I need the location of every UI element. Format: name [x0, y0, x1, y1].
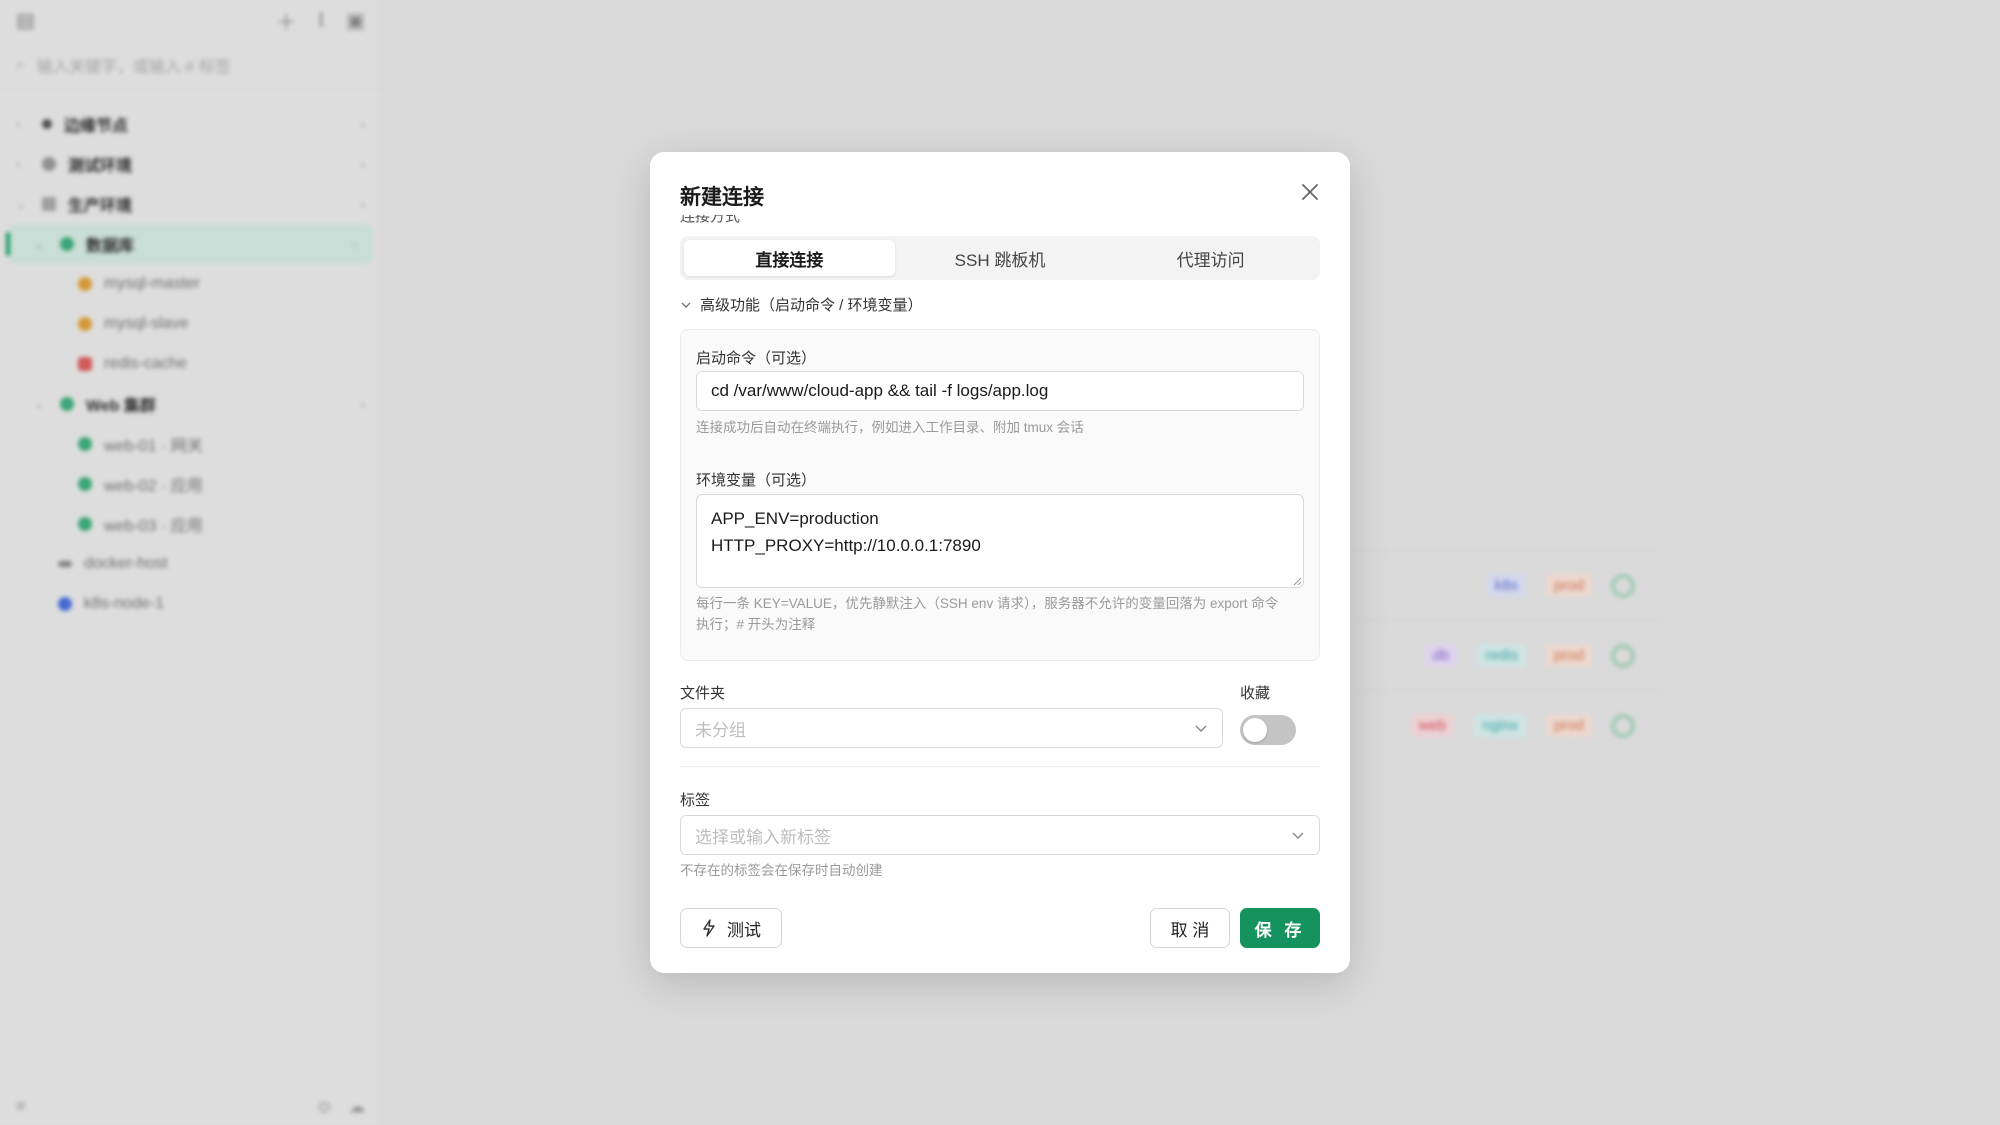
- folder-label: 文件夹: [680, 685, 726, 702]
- chevron-down-icon: [1195, 725, 1207, 732]
- save-button[interactable]: 保 存: [1240, 908, 1320, 948]
- test-button-label: 测试: [727, 920, 761, 940]
- env-vars-help-line2: 执行；# 开头为注释: [696, 617, 816, 632]
- new-connection-dialog: 新建连接 连接方式 直接连接 SSH 跳板机 代理访问 高级功能（启动命令 / …: [650, 152, 1350, 973]
- advanced-toggle-label: 高级功能（启动命令 / 环境变量）: [700, 297, 923, 314]
- chevron-down-icon: [681, 302, 691, 308]
- close-icon: [1302, 184, 1318, 200]
- mode-direct[interactable]: 直接连接: [684, 240, 895, 276]
- toggle-knob: [1243, 718, 1267, 742]
- mode-ssh-jump[interactable]: SSH 跳板机: [895, 240, 1106, 276]
- advanced-toggle[interactable]: 高级功能（启动命令 / 环境变量）: [680, 294, 923, 315]
- lightning-icon: [703, 919, 715, 937]
- connection-mode-selector: 直接连接 SSH 跳板机 代理访问: [680, 236, 1320, 280]
- tags-help: 不存在的标签会在保存时自动创建: [680, 863, 883, 878]
- startup-command-help: 连接成功后自动在终端执行，例如进入工作目录、附加 tmux 会话: [696, 420, 1084, 435]
- env-vars-label: 环境变量（可选）: [696, 472, 817, 489]
- mode-proxy[interactable]: 代理访问: [1105, 240, 1316, 276]
- startup-command-label: 启动命令（可选）: [696, 350, 817, 367]
- connection-mode-label: 连接方式: [680, 215, 741, 225]
- resize-handle-icon[interactable]: [1292, 576, 1302, 586]
- favorite-label: 收藏: [1240, 685, 1271, 702]
- folder-placeholder: 未分组: [695, 720, 746, 740]
- favorite-toggle[interactable]: [1240, 715, 1296, 745]
- tags-label: 标签: [680, 792, 711, 809]
- advanced-section: 启动命令（可选） cd /var/www/cloud-app && tail -…: [680, 329, 1320, 661]
- env-vars-textarea[interactable]: APP_ENV=production HTTP_PROXY=http://10.…: [696, 494, 1304, 588]
- cancel-button[interactable]: 取 消: [1150, 908, 1230, 948]
- startup-command-input[interactable]: cd /var/www/cloud-app && tail -f logs/ap…: [696, 371, 1304, 411]
- env-vars-help-line1: 每行一条 KEY=VALUE，优先静默注入（SSH env 请求），服务器不允许…: [696, 596, 1279, 611]
- tags-placeholder: 选择或输入新标签: [695, 827, 831, 847]
- test-button[interactable]: 测试: [680, 908, 782, 948]
- dialog-title: 新建连接: [680, 186, 764, 209]
- close-button[interactable]: [1294, 176, 1326, 208]
- divider: [680, 766, 1320, 767]
- tags-select[interactable]: 选择或输入新标签: [680, 815, 1320, 855]
- folder-select[interactable]: 未分组: [680, 708, 1223, 748]
- chevron-down-icon: [1292, 832, 1304, 839]
